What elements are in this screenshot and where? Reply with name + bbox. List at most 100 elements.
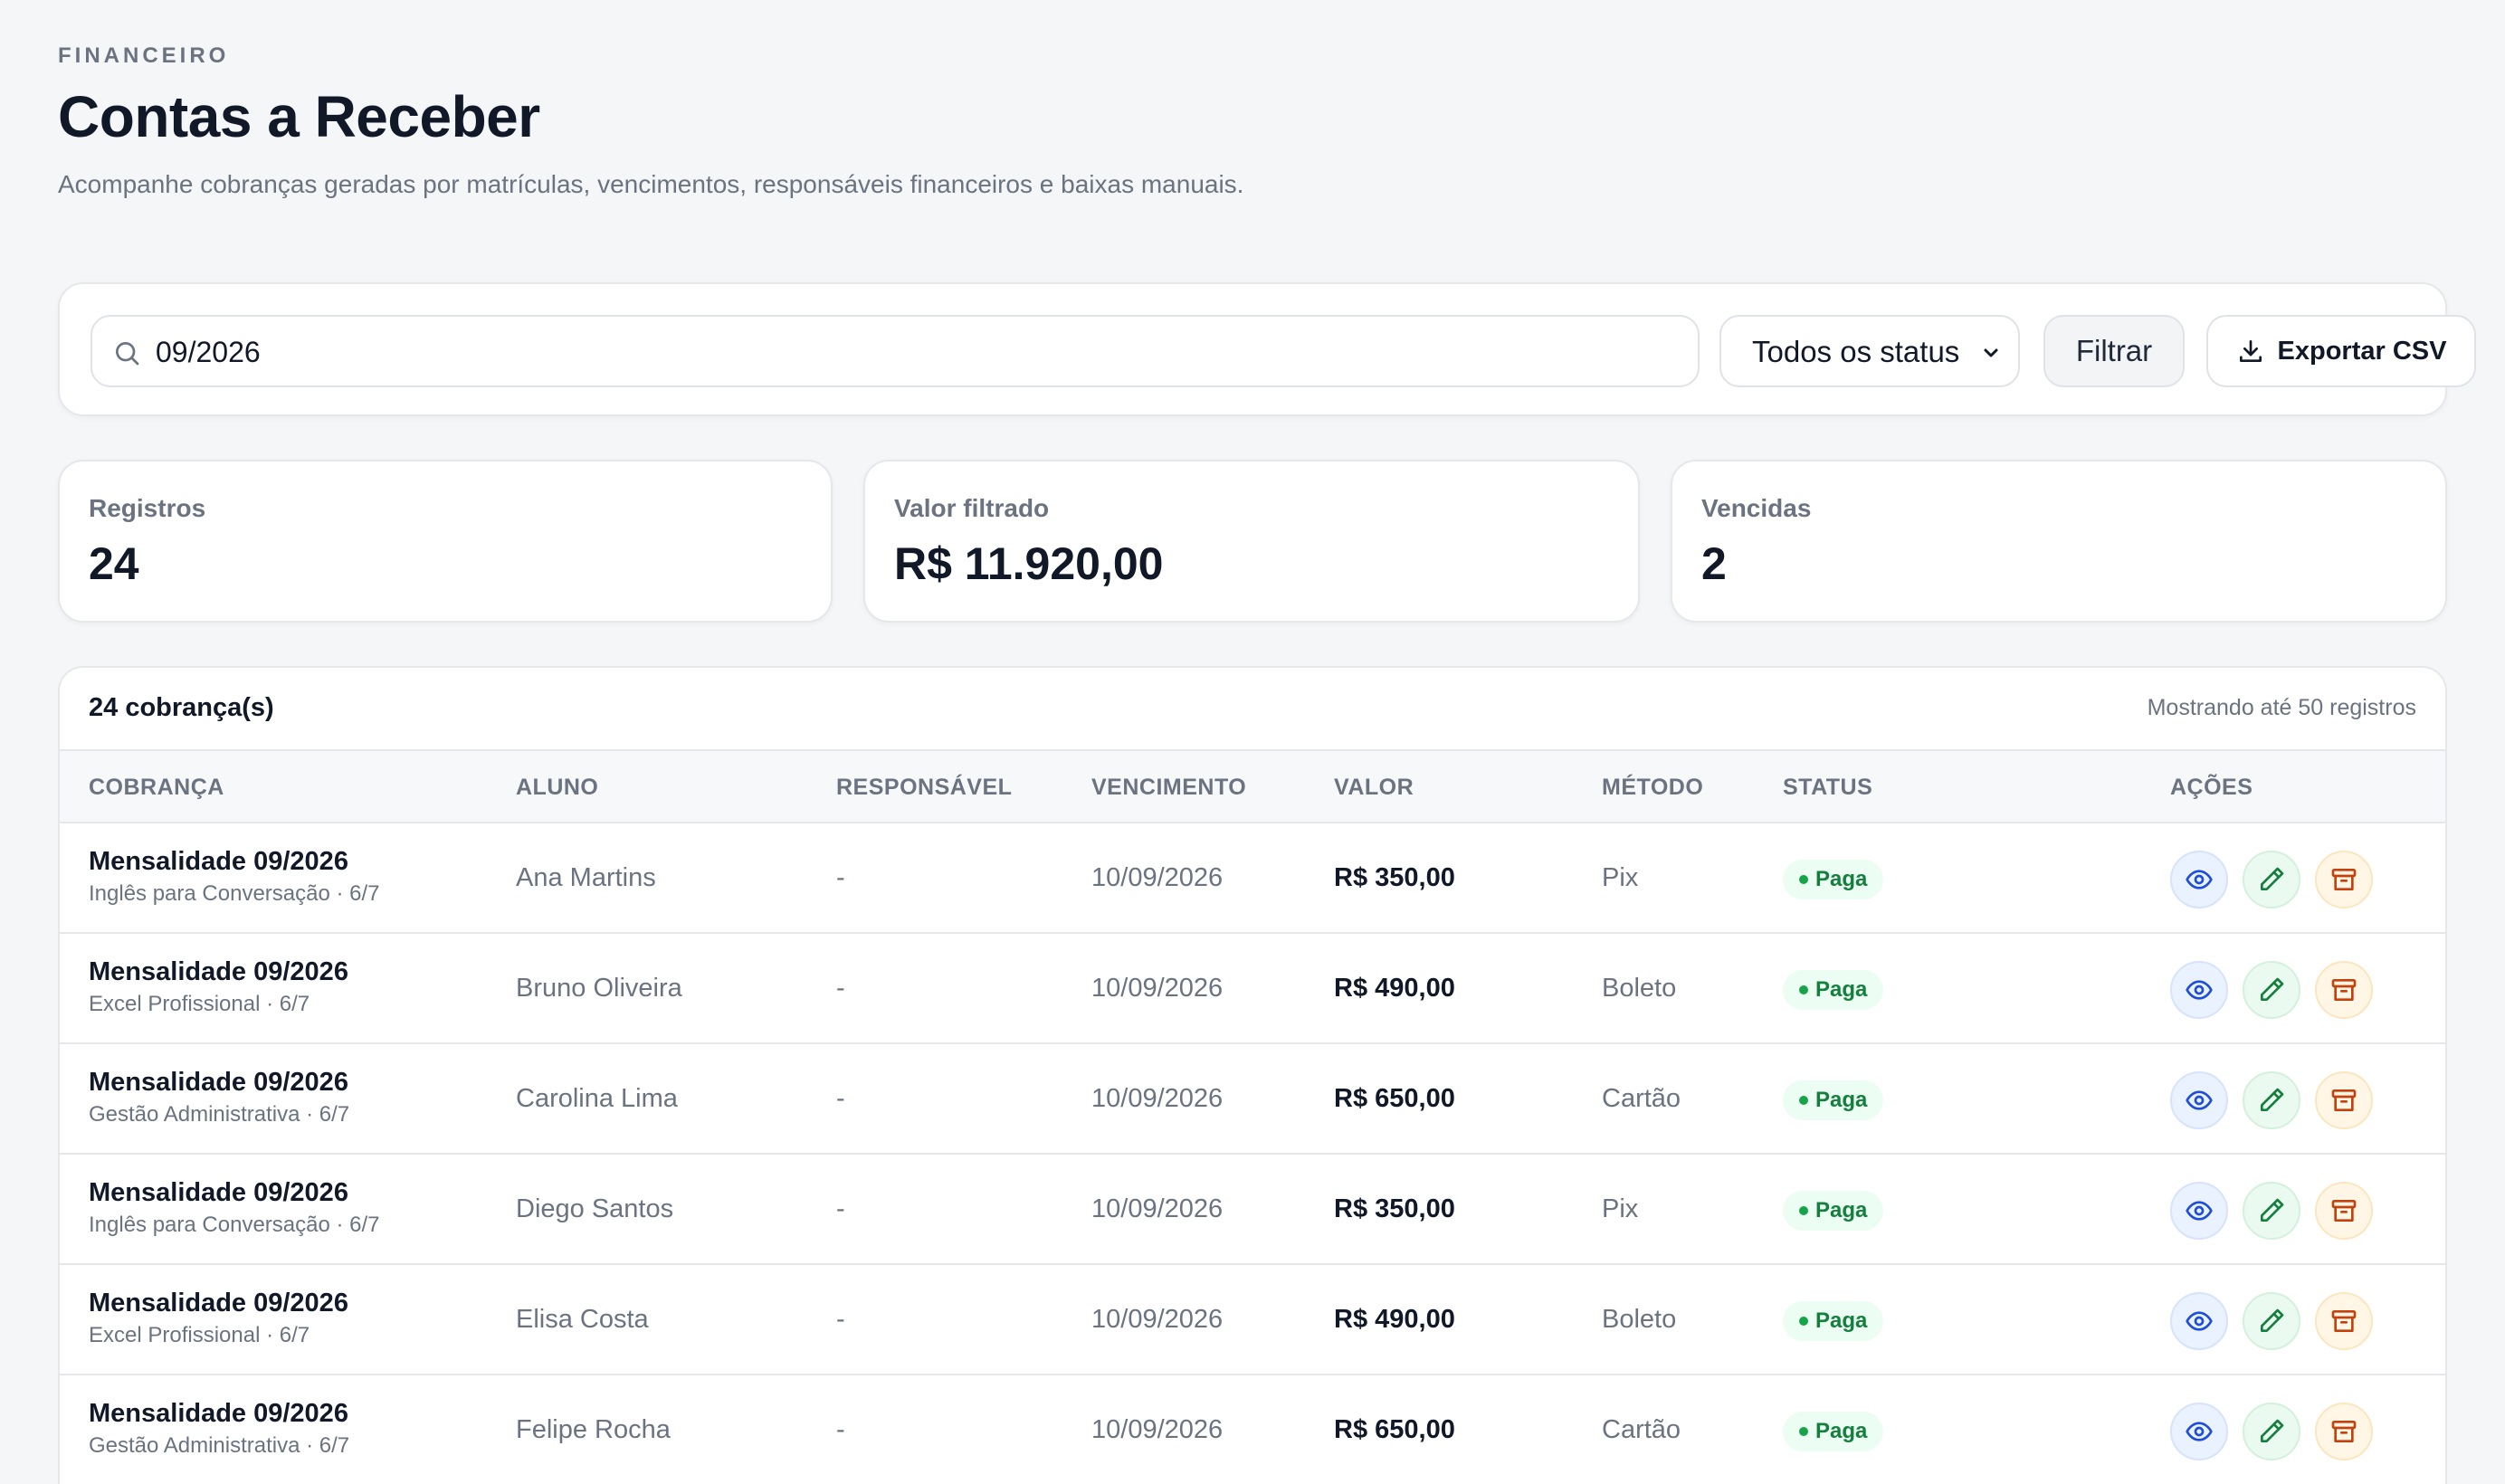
export-csv-button[interactable]: Exportar CSV: [2206, 315, 2476, 387]
stat-value: 2: [1701, 538, 1727, 589]
amount: R$ 350,00: [1334, 1194, 1455, 1223]
filter-button[interactable]: Filtrar: [2043, 315, 2185, 387]
archive-button[interactable]: [2315, 961, 2373, 1019]
due-date: 10/09/2026: [1091, 1194, 1224, 1223]
eye-icon: [2186, 870, 2213, 889]
col-header-valor: VALOR: [1334, 775, 1414, 800]
table-toolbar: 24 cobrança(s) Mostrando até 50 registro…: [60, 668, 2445, 749]
search-input[interactable]: [156, 329, 1676, 375]
edit-button[interactable]: [2243, 1071, 2300, 1129]
stat-label: Registros: [89, 494, 206, 522]
due-date: 10/09/2026: [1091, 863, 1224, 892]
status-badge: Paga: [1783, 1080, 1884, 1120]
table-row[interactable]: Mensalidade 09/2026 Gestão Administrativ…: [60, 1375, 2445, 1484]
charge-subtitle: Gestão Administrativa · 6/7: [89, 1433, 350, 1458]
status-badge: Paga: [1783, 970, 1884, 1010]
search-field[interactable]: [90, 315, 1700, 387]
charge-title: Mensalidade 09/2026: [89, 957, 348, 986]
edit-button[interactable]: [2243, 1182, 2300, 1240]
pencil-icon: [2261, 977, 2284, 1001]
student-name: Diego Santos: [516, 1194, 674, 1223]
view-button[interactable]: [2170, 961, 2228, 1019]
charge-subtitle: Gestão Administrativa · 6/7: [89, 1102, 350, 1127]
status-label: Paga: [1815, 1088, 1868, 1112]
archive-icon: [2331, 1310, 2357, 1332]
status-dot-icon: [1799, 875, 1808, 884]
stat-card-registros: Registros 24: [58, 460, 833, 623]
search-icon: [115, 342, 139, 366]
filter-bar: Todos os status Filtrar Exportar CSV: [58, 282, 2476, 416]
student-name: Elisa Costa: [516, 1305, 649, 1334]
payment-method: Pix: [1602, 863, 1639, 892]
view-button[interactable]: [2170, 1182, 2228, 1240]
charge-title: Mensalidade 09/2026: [89, 1068, 348, 1097]
page-description: Acompanhe cobranças geradas por matrícul…: [58, 170, 1244, 198]
col-header-vencimento: VENCIMENTO: [1091, 775, 1247, 800]
pencil-icon: [2261, 1198, 2284, 1222]
edit-button[interactable]: [2243, 851, 2300, 908]
amount: R$ 350,00: [1334, 863, 1455, 892]
charge-title: Mensalidade 09/2026: [89, 1178, 348, 1207]
status-badge: Paga: [1783, 860, 1884, 899]
charge-title: Mensalidade 09/2026: [89, 847, 348, 876]
payment-method: Cartão: [1602, 1084, 1681, 1113]
pencil-icon: [2261, 1088, 2284, 1111]
col-header-status: STATUS: [1783, 775, 1873, 800]
table-row[interactable]: Mensalidade 09/2026 Inglês para Conversa…: [60, 823, 2445, 934]
charge-subtitle: Inglês para Conversação · 6/7: [89, 1213, 380, 1237]
due-date: 10/09/2026: [1091, 974, 1224, 1003]
due-date: 10/09/2026: [1091, 1305, 1224, 1334]
charge-subtitle: Excel Profissional · 6/7: [89, 1323, 310, 1347]
charges-table: 24 cobrança(s) Mostrando até 50 registro…: [58, 666, 2447, 1484]
table-row[interactable]: Mensalidade 09/2026 Excel Profissional ·…: [60, 1265, 2445, 1375]
view-button[interactable]: [2170, 851, 2228, 908]
amount: R$ 650,00: [1334, 1084, 1455, 1113]
pencil-icon: [2261, 867, 2284, 890]
guardian-name: -: [836, 974, 845, 1003]
archive-button[interactable]: [2315, 1071, 2373, 1129]
table-row[interactable]: Mensalidade 09/2026 Inglês para Conversa…: [60, 1155, 2445, 1265]
due-date: 10/09/2026: [1091, 1084, 1224, 1113]
amount: R$ 650,00: [1334, 1415, 1455, 1444]
payment-method: Pix: [1602, 1194, 1639, 1223]
edit-button[interactable]: [2243, 961, 2300, 1019]
stat-label: Valor filtrado: [894, 494, 1050, 522]
export-csv-label: Exportar CSV: [2277, 336, 2447, 366]
edit-button[interactable]: [2243, 1292, 2300, 1350]
view-button[interactable]: [2170, 1292, 2228, 1350]
archive-button[interactable]: [2315, 1403, 2373, 1460]
stat-card-valor-filtrado: Valor filtrado R$ 11.920,00: [863, 460, 1640, 623]
status-badge: Paga: [1783, 1412, 1884, 1451]
col-header-acoes: AÇÕES: [2170, 775, 2253, 800]
col-header-aluno: ALUNO: [516, 775, 599, 800]
archive-icon: [2331, 1421, 2357, 1442]
status-label: Paga: [1815, 977, 1868, 1002]
edit-button[interactable]: [2243, 1403, 2300, 1460]
archive-icon: [2331, 1089, 2357, 1111]
guardian-name: -: [836, 1194, 845, 1223]
stat-value: 24: [89, 538, 139, 589]
payment-method: Cartão: [1602, 1415, 1681, 1444]
status-select[interactable]: Todos os status: [1719, 315, 2020, 387]
eye-icon: [2186, 1201, 2213, 1221]
table-row[interactable]: Mensalidade 09/2026 Excel Profissional ·…: [60, 934, 2445, 1044]
charge-subtitle: Excel Profissional · 6/7: [89, 992, 310, 1016]
col-header-metodo: MÉTODO: [1602, 775, 1704, 800]
col-header-cobranca: COBRANÇA: [89, 775, 224, 800]
status-badge: Paga: [1783, 1191, 1884, 1231]
chevron-down-icon: [1984, 348, 1998, 357]
table-note: Mostrando até 50 registros: [2147, 695, 2416, 720]
view-button[interactable]: [2170, 1071, 2228, 1129]
table-row[interactable]: Mensalidade 09/2026 Gestão Administrativ…: [60, 1044, 2445, 1155]
archive-button[interactable]: [2315, 1182, 2373, 1240]
status-label: Paga: [1815, 1198, 1868, 1222]
status-label: Paga: [1815, 1419, 1868, 1443]
eye-icon: [2186, 1090, 2213, 1110]
archive-icon: [2331, 869, 2357, 890]
archive-button[interactable]: [2315, 1292, 2373, 1350]
archive-button[interactable]: [2315, 851, 2373, 908]
status-dot-icon: [1799, 1096, 1808, 1105]
view-button[interactable]: [2170, 1403, 2228, 1460]
section-eyebrow: FINANCEIRO: [58, 43, 230, 68]
charge-title: Mensalidade 09/2026: [89, 1289, 348, 1318]
